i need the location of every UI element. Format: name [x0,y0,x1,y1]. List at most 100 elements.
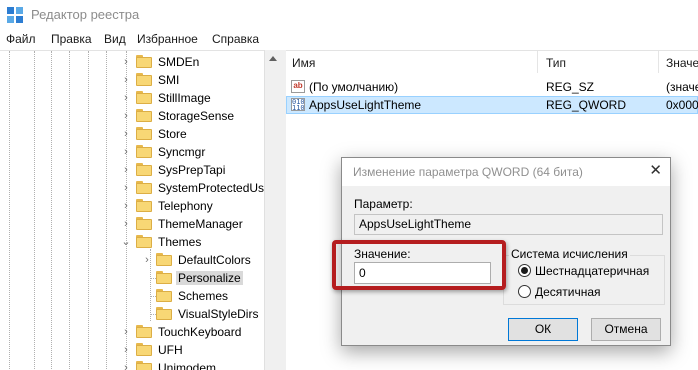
tree-item-smi[interactable]: › SMI [0,71,264,89]
tree-item-unimodem[interactable]: › Unimodem [0,359,264,370]
tree-item-defaultcolors[interactable]: › DefaultColors [0,251,264,269]
highlight-annotation [332,240,506,290]
chevron-right-icon[interactable]: › [121,197,131,215]
tree-item-store[interactable]: › Store [0,125,264,143]
folder-icon [156,289,172,302]
tree-item-stillimage[interactable]: › StillImage [0,89,264,107]
tree-item-label: Telephony [158,199,213,213]
tree-item-touchkeyboard[interactable]: › TouchKeyboard [0,323,264,341]
tree-item-label: DefaultColors [178,253,251,267]
tree-item-label: Personalize [176,271,243,285]
tree-item-schemes[interactable]: Schemes [0,287,264,305]
menu-edit[interactable]: Правка [51,32,92,46]
chevron-right-icon[interactable]: › [121,359,131,370]
chevron-right-icon[interactable]: › [121,89,131,107]
tree-item-label: SMDEn [158,55,200,69]
chevron-right-icon[interactable]: › [121,341,131,359]
chevron-right-icon[interactable]: › [121,125,131,143]
tree-item-thememanager[interactable]: › ThemeManager [0,215,264,233]
tree-item-label: StorageSense [158,109,235,123]
folder-icon [136,145,152,158]
base-group-label: Система исчисления [509,247,630,261]
tree-item-themes[interactable]: ⌄ Themes [0,233,264,251]
binary-value-icon: 010 110 [291,98,305,111]
list-row-default[interactable]: ab (По умолчанию) REG_SZ (значе [286,78,698,96]
folder-open-icon [136,235,152,248]
chevron-right-icon[interactable]: › [121,323,131,341]
tree-item-syncmgr[interactable]: › Syncmgr [0,143,264,161]
radio-hexadecimal-label[interactable]: Шестнадцатеричная [535,264,649,278]
chevron-right-icon[interactable]: › [142,251,152,269]
folder-icon [136,163,152,176]
dialog-title-bar[interactable]: Изменение параметра QWORD (64 бита) ✕ [342,158,670,186]
tree-item-smden[interactable]: › SMDEn [0,53,264,71]
chevron-right-icon[interactable]: › [121,143,131,161]
parameter-name-field: AppsUseLightTheme [354,214,663,235]
value-type: REG_QWORD [546,98,627,112]
tree-item-label: TouchKeyboard [158,325,242,339]
cancel-button[interactable]: Отмена [591,318,661,341]
column-divider[interactable] [537,51,538,73]
value-name: (По умолчанию) [309,80,399,94]
tree-item-telephony[interactable]: › Telephony [0,197,264,215]
folder-icon [156,307,172,320]
title-bar: Редактор реестра [0,0,698,30]
tree-item-systemprotectedus[interactable]: › SystemProtectedUs [0,179,264,197]
chevron-right-icon[interactable]: › [121,107,131,125]
tree-item-visualstyledirs[interactable]: VisualStyleDirs [0,305,264,323]
tree-item-personalize[interactable]: Personalize [0,269,264,287]
registry-editor-icon [7,7,23,23]
tree-item-label: ThemeManager [158,217,243,231]
close-icon[interactable]: ✕ [649,163,662,179]
tree-item-storagesense[interactable]: › StorageSense [0,107,264,125]
value-data: (значе [666,80,698,94]
tree-item-label: Unimodem [158,361,217,370]
list-row-appsuselighttheme[interactable]: 010 110 AppsUseLightTheme REG_QWORD 0x000… [286,96,698,114]
string-value-icon: ab [291,80,305,93]
folder-icon [136,181,152,194]
menu-favorites[interactable]: Избранное [137,32,198,46]
chevron-right-icon[interactable]: › [121,71,131,89]
tree-item-syspreptapi[interactable]: › SysPrepTapi [0,161,264,179]
tree-item-label: SystemProtectedUs [158,181,265,195]
radio-hexadecimal[interactable] [518,264,531,277]
menu-help[interactable]: Справка [212,32,259,46]
folder-icon [136,217,152,230]
tree-item-label: StillImage [158,91,211,105]
tree-item-label: SysPrepTapi [158,163,226,177]
scroll-up-arrow-icon[interactable] [269,56,277,61]
dialog-title: Изменение параметра QWORD (64 бита) [353,165,583,179]
menu-view[interactable]: Вид [104,32,126,46]
chevron-right-icon[interactable]: › [121,53,131,71]
tree-item-label: Store [158,127,187,141]
folder-icon [136,325,152,338]
ok-button[interactable]: ОК [508,318,578,341]
chevron-right-icon[interactable]: › [121,161,131,179]
radio-decimal[interactable] [518,285,531,298]
registry-tree[interactable]: › SMDEn › SMI › StillImage › StorageSens… [0,50,282,370]
tree-item-label: Syncmgr [158,145,206,159]
chevron-right-icon[interactable]: › [121,215,131,233]
menu-file[interactable]: Файл [6,32,36,46]
column-header-type[interactable]: Тип [546,56,566,70]
value-type: REG_SZ [546,80,595,94]
tree-scrollbar[interactable] [264,50,282,370]
chevron-right-icon[interactable]: › [121,179,131,197]
folder-icon [136,73,152,86]
column-header-name[interactable]: Имя [292,56,315,70]
tree-item-ufh[interactable]: › UFH [0,341,264,359]
folder-icon [156,253,172,266]
tree-item-label: Themes [158,235,202,249]
folder-icon [136,127,152,140]
folder-icon [156,271,172,284]
tree-item-label: VisualStyleDirs [178,307,259,321]
column-divider[interactable] [658,51,659,73]
folder-icon [136,109,152,122]
tree-item-label: UFH [158,343,183,357]
tree-item-label: SMI [158,73,180,87]
folder-icon [136,55,152,68]
radio-decimal-label[interactable]: Десятичная [535,285,601,299]
column-header-value[interactable]: Значе [666,56,698,70]
chevron-down-icon[interactable]: ⌄ [121,233,131,251]
value-name: AppsUseLightTheme [309,98,422,112]
